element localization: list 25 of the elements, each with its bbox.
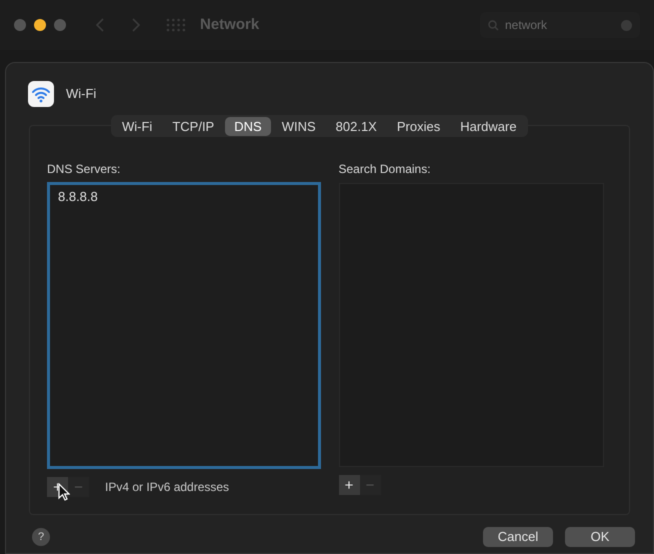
list-box[interactable]: 8.8.8.8 — [47, 182, 320, 469]
tab[interactable]: DNS — [225, 116, 271, 136]
list-label: Search Domains: — [338, 161, 432, 178]
list-label: DNS Servers: — [47, 161, 122, 178]
tab[interactable]: TCP/IP — [163, 116, 224, 136]
grid-icon[interactable] — [166, 18, 186, 32]
search-icon — [488, 20, 499, 30]
dialog-button[interactable]: Cancel — [483, 527, 553, 547]
window-title: Network — [200, 14, 260, 35]
tab[interactable]: Wi-Fi — [113, 116, 162, 136]
wifi-icon — [28, 81, 54, 107]
help-button[interactable]: ? — [32, 528, 50, 546]
clear-icon[interactable] — [621, 20, 632, 30]
hint-text: IPv4 or IPv6 addresses — [105, 479, 230, 496]
tab[interactable]: 802.1X — [326, 116, 386, 136]
tab[interactable]: WINS — [272, 116, 325, 136]
back-icon[interactable] — [96, 18, 104, 32]
list-entry[interactable]: 8.8.8.8 — [58, 187, 310, 206]
mouse-pointer-icon — [58, 483, 70, 501]
add-button[interactable]: + — [338, 475, 360, 495]
dialog-button[interactable]: OK — [565, 527, 635, 547]
tab[interactable]: Hardware — [451, 116, 526, 136]
forward-icon[interactable] — [132, 18, 140, 32]
interface-name: Wi-Fi — [66, 85, 96, 104]
tab[interactable]: Proxies — [388, 116, 450, 136]
